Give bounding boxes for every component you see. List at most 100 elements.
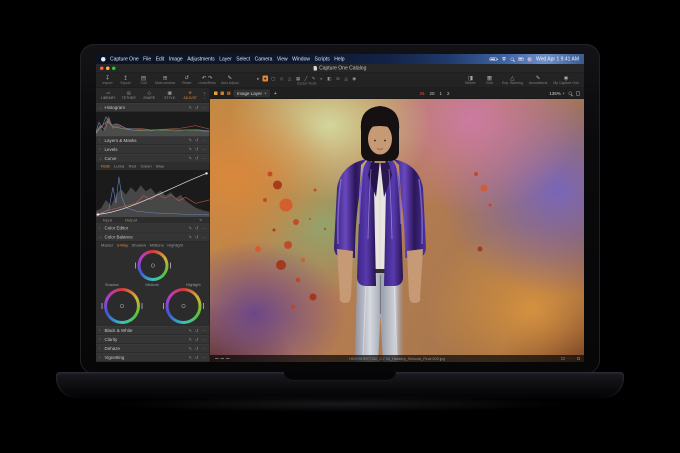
collapse-caret-icon[interactable]: ⌄ xyxy=(99,106,103,110)
control-center-icon[interactable] xyxy=(518,57,524,61)
tool-tab[interactable]: ▣ Style xyxy=(160,91,181,100)
panel-header-icons[interactable]: ✎ ↺ ⋯ xyxy=(189,156,207,161)
toolbar-button[interactable]: ✎ Annotations xyxy=(529,73,547,88)
cursor-tool-icon[interactable]: ◐ xyxy=(319,75,325,81)
cursor-tool-icon[interactable]: ◧ xyxy=(326,75,333,81)
zoom-window-button[interactable] xyxy=(112,67,116,71)
collapse-caret-icon[interactable]: › xyxy=(99,347,103,351)
collapse-caret-icon[interactable]: › xyxy=(99,338,103,342)
menu-item[interactable]: Capture One xyxy=(110,56,139,62)
color-balance-tab[interactable]: Master xyxy=(101,243,113,248)
panel-header[interactable]: › Layers & Masks ✎ ↺ ⋯ xyxy=(96,136,210,145)
panel-header[interactable]: › Clarity ✎ ↺ ⋯ xyxy=(96,335,210,344)
color-balance-tab[interactable]: Shadow xyxy=(132,243,146,248)
collapse-caret-icon[interactable]: › xyxy=(99,226,103,230)
panel-header[interactable]: › Levels ✎ ↺ ⋯ xyxy=(96,145,210,154)
panel-header[interactable]: › Color Editor ✎ ↺ ⋯ xyxy=(96,224,210,233)
panel-header-icons[interactable]: ✎ ↺ ⋯ xyxy=(189,235,207,240)
panel-header-icons[interactable]: ✎ ↺ ⋯ xyxy=(189,355,207,360)
zoom-level-control[interactable]: 135% ▾ xyxy=(549,91,564,96)
collapse-caret-icon[interactable]: › xyxy=(99,148,103,152)
magnifier-icon[interactable] xyxy=(569,92,573,96)
cursor-tool-icon[interactable]: ◬ xyxy=(343,75,349,81)
tool-tab[interactable]: ◇ Shape xyxy=(139,91,160,100)
toolbar-button[interactable]: ⊞ Main window xyxy=(155,73,175,88)
color-balance-tab[interactable]: Midtone xyxy=(150,243,164,248)
toolbar-button[interactable]: ◉ My Capture One xyxy=(553,73,579,88)
toolbar-button[interactable]: ▤ Cull xyxy=(137,73,150,88)
panel-header[interactable]: › Vignetting ✎ ↺ ⋯ xyxy=(96,353,210,362)
cursor-tool-icon[interactable]: ▦ xyxy=(294,75,301,81)
photo-canvas[interactable]: HIGHSHEET150_0.7.26_Hackery_Schools_Fina… xyxy=(210,99,584,362)
toolbar-button[interactable]: ✎ Auto Adjust xyxy=(221,73,239,88)
shadow-color-wheel[interactable] xyxy=(104,288,140,324)
cursor-tool-icon[interactable]: ◇ xyxy=(278,75,284,81)
menu-item[interactable]: Window xyxy=(292,56,310,62)
panel-header[interactable]: › Black & White ✎ ↺ ⋯ xyxy=(96,326,210,335)
panel-header-icons[interactable]: ✎ ↺ ⋯ xyxy=(189,147,207,152)
toolbar-button[interactable]: ▦ Grid xyxy=(483,73,496,88)
battery-icon[interactable] xyxy=(490,57,498,61)
tab-menu-icon[interactable]: ⋮ xyxy=(203,95,207,99)
cursor-tool-icon[interactable]: ⊙ xyxy=(335,75,342,81)
tool-tab[interactable]: ▱ Library xyxy=(98,91,119,100)
collapse-caret-icon[interactable]: ⌄ xyxy=(99,156,103,160)
highlight-color-wheel[interactable] xyxy=(166,288,202,324)
proof-view-icon[interactable] xyxy=(562,357,565,360)
delete-icon[interactable] xyxy=(577,357,580,360)
menu-item[interactable]: Scripts xyxy=(314,56,329,62)
cursor-tool-icon[interactable]: ▢ xyxy=(270,75,277,81)
wifi-icon[interactable] xyxy=(501,57,507,61)
panel-header-icons[interactable]: ✎ ↺ ⋯ xyxy=(189,226,207,231)
spotlight-search-icon[interactable] xyxy=(511,57,515,61)
menu-item[interactable]: Edit xyxy=(156,56,165,62)
cursor-tool-icon[interactable]: ✎ xyxy=(310,75,317,81)
cursor-tool-icon[interactable]: △ xyxy=(286,75,292,81)
panel-header-curve[interactable]: ⌄ Curve ✎ ↺ ⋯ xyxy=(96,154,210,163)
panel-header-icons[interactable]: ✎ ↺ ⋯ xyxy=(189,337,207,342)
color-balance-tab[interactable]: Highlight xyxy=(167,243,183,248)
collapse-caret-icon[interactable]: ⌄ xyxy=(99,235,103,239)
layer-selector[interactable]: Image Layer ▾ xyxy=(234,90,270,98)
toolbar-button[interactable]: ↺ Reset xyxy=(180,73,193,88)
color-balance-tab[interactable]: 3-Way xyxy=(117,243,128,248)
collapse-caret-icon[interactable]: › xyxy=(99,139,103,143)
siri-icon[interactable] xyxy=(528,57,533,62)
toolbar-button[interactable]: ↥ Export xyxy=(119,73,132,88)
curve-channel-tab[interactable]: RGB xyxy=(101,164,110,169)
fit-to-screen-icon[interactable] xyxy=(576,91,580,95)
menu-item[interactable]: Select xyxy=(236,56,250,62)
curve-picker-icon[interactable]: ✎ xyxy=(199,218,202,223)
panel-header-icons[interactable]: ✎ ↺ ⋯ xyxy=(189,105,207,110)
add-layer-button[interactable]: + xyxy=(274,90,277,96)
curve-channel-tab[interactable]: Luma xyxy=(114,164,124,169)
cursor-tool-icon[interactable]: ▸ xyxy=(256,75,261,81)
panel-header[interactable]: › Dehaze ✎ ↺ ⋯ xyxy=(96,344,210,353)
cursor-tool-icon[interactable]: ╱ xyxy=(303,75,309,81)
curve-channel-tab[interactable]: Green xyxy=(141,164,152,169)
menu-item[interactable]: Layer xyxy=(219,56,232,62)
panel-header-icons[interactable]: ✎ ↺ ⋯ xyxy=(189,138,207,143)
cursor-tool-icon[interactable]: ◉ xyxy=(351,75,358,81)
tool-tab[interactable]: ≡ Adjust xyxy=(180,91,201,100)
layer-color-chip[interactable] xyxy=(227,92,231,96)
apple-logo-icon[interactable] xyxy=(101,57,106,62)
cursor-tool-icon[interactable]: ● xyxy=(262,75,268,81)
panel-header-histogram[interactable]: ⌄ Histogram ✎ ↺ ⋯ xyxy=(96,103,210,112)
collapse-caret-icon[interactable]: › xyxy=(99,329,103,333)
menu-bar-clock[interactable]: Wed Apr 1 9:41 AM xyxy=(536,56,579,62)
curve-channel-tab[interactable]: Blue xyxy=(156,164,164,169)
menu-item[interactable]: Adjustments xyxy=(187,56,215,62)
layer-color-chip[interactable] xyxy=(214,92,218,96)
rating-dots-icon[interactable]: ····· xyxy=(567,357,575,361)
tool-tab[interactable]: ◎ Tether xyxy=(119,91,140,100)
toolbar-button[interactable]: ↶ ↷ Undo/Redo xyxy=(198,73,216,88)
menu-item[interactable]: File xyxy=(143,56,151,62)
panel-header-color-balance[interactable]: ⌄ Color Balance ✎ ↺ ⋯ xyxy=(96,233,210,242)
collapse-caret-icon[interactable]: › xyxy=(99,356,103,360)
menu-item[interactable]: View xyxy=(277,56,288,62)
menu-item[interactable]: Help xyxy=(334,56,344,62)
midtone-color-wheel[interactable] xyxy=(137,250,168,281)
panel-header-icons[interactable]: ✎ ↺ ⋯ xyxy=(189,346,207,351)
minimize-window-button[interactable] xyxy=(106,67,110,71)
